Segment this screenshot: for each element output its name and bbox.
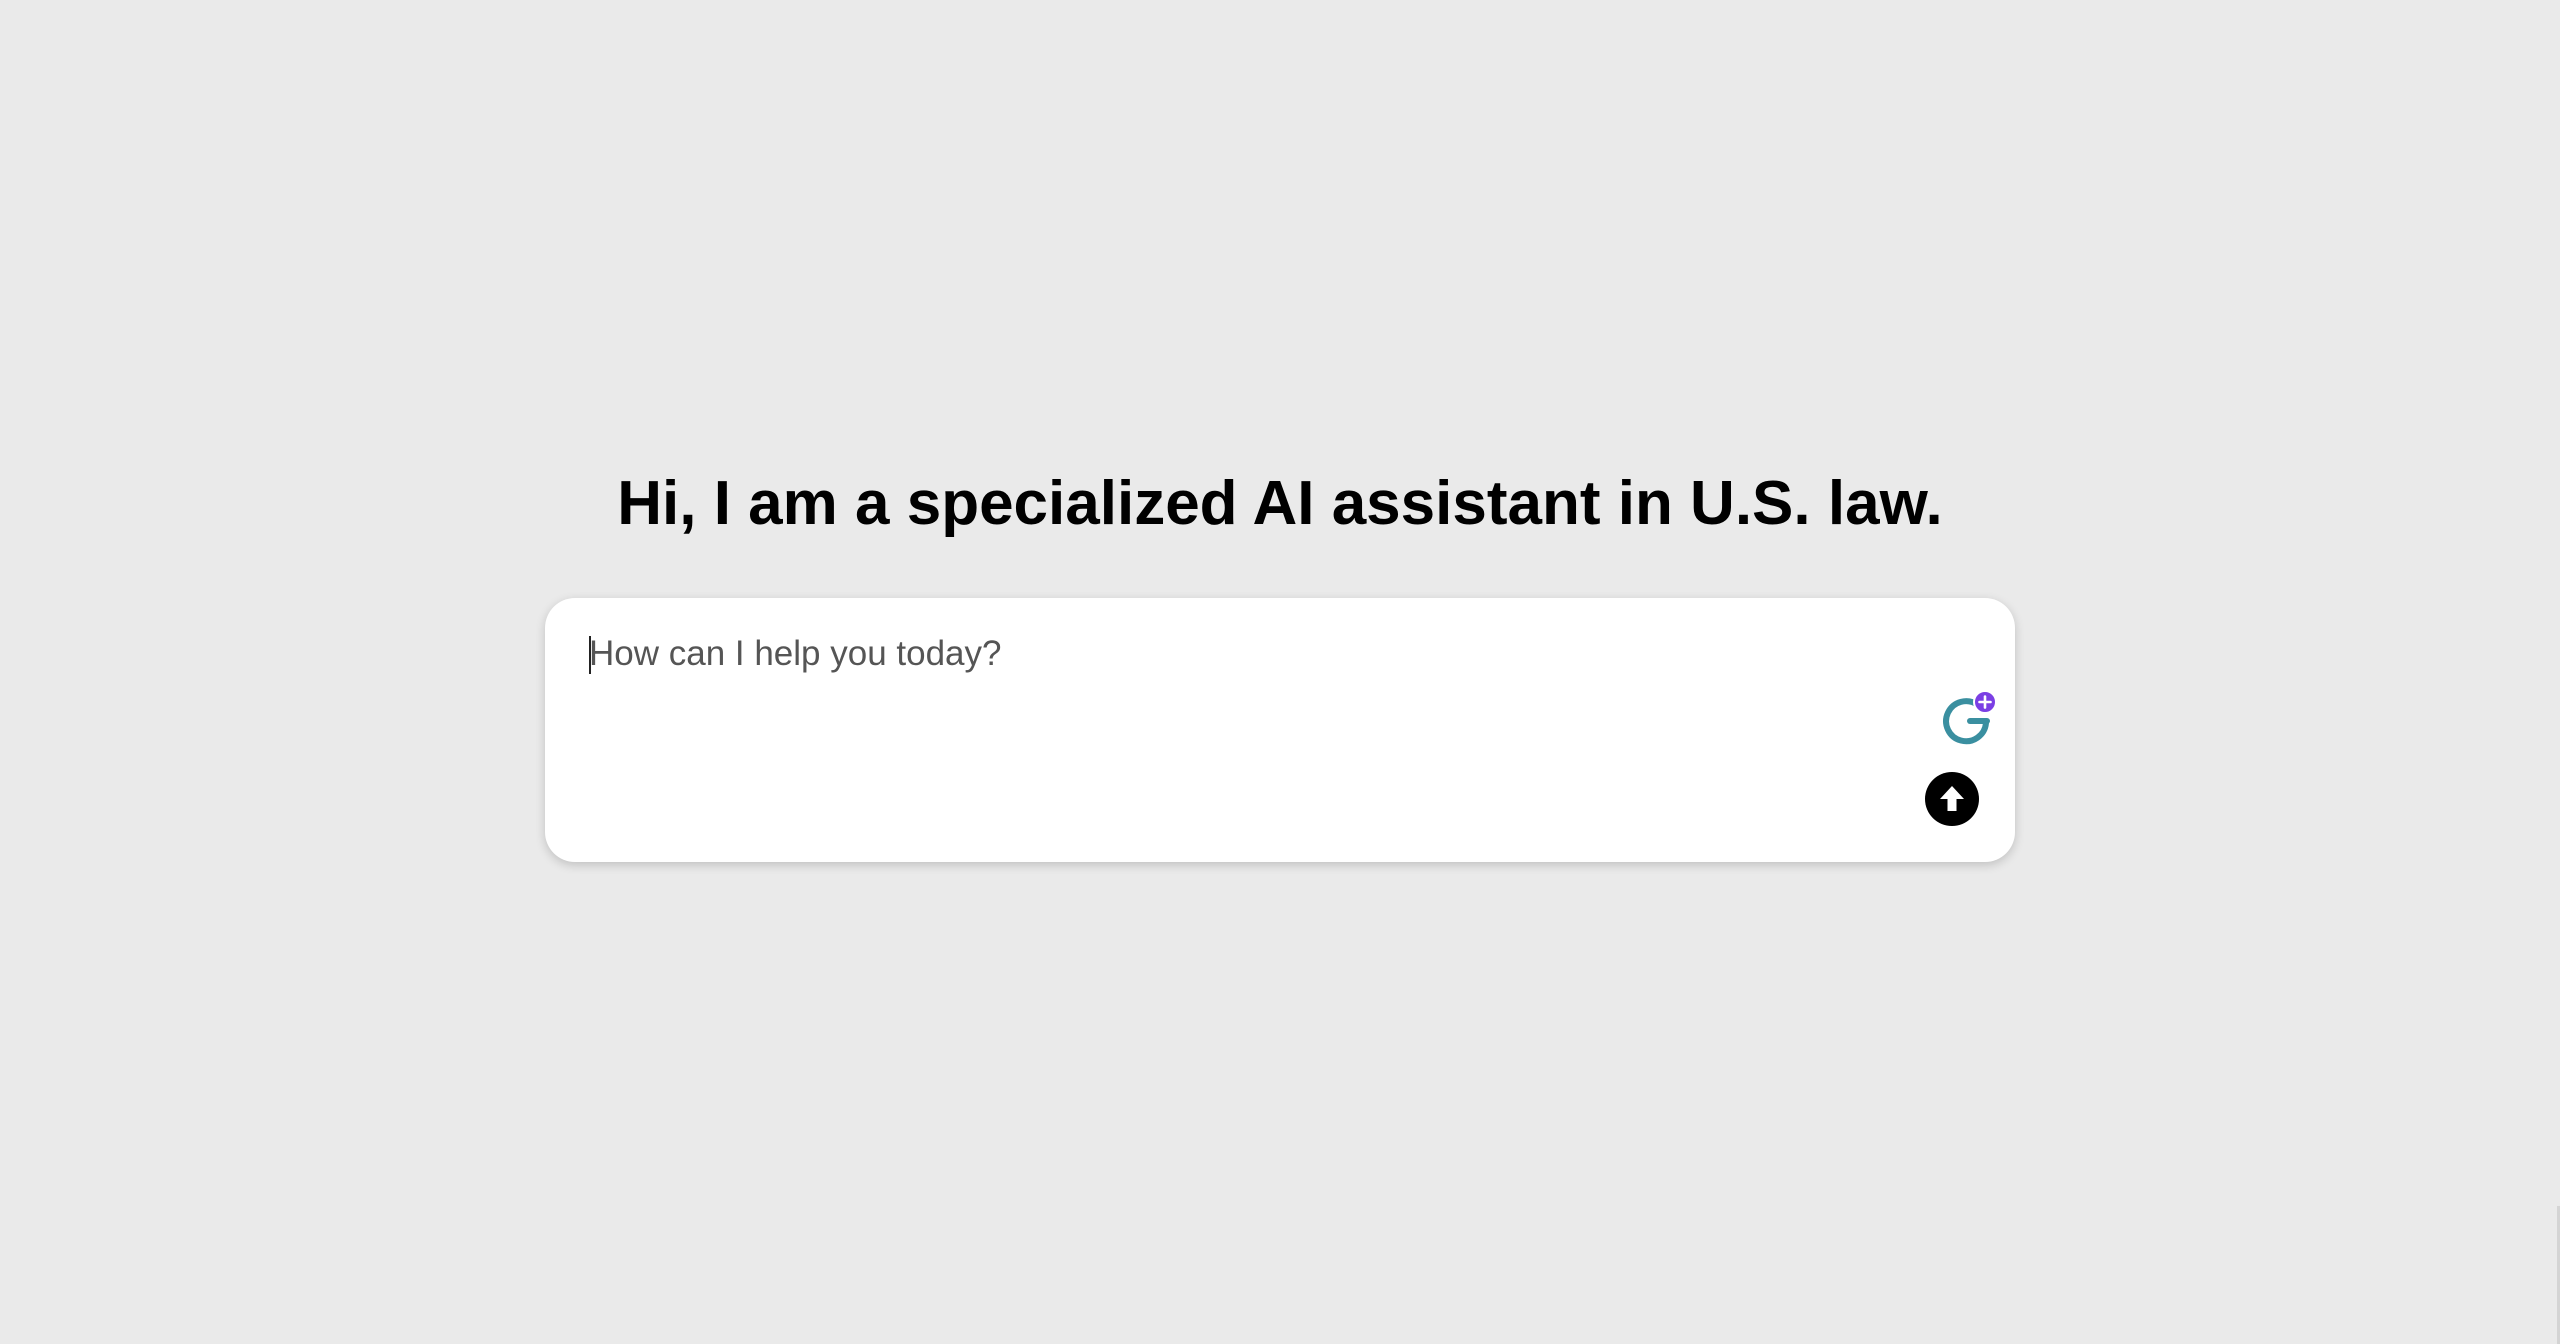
grammarly-icon[interactable] [1941,690,1997,746]
prompt-input[interactable] [589,632,1869,822]
page-title: Hi, I am a specialized AI assistant in U… [617,469,1943,538]
arrow-up-icon [1940,786,1964,811]
page: Hi, I am a specialized AI assistant in U… [0,0,2560,1344]
send-button[interactable] [1925,772,1979,826]
prompt-composer [545,598,2015,862]
text-caret [589,636,591,674]
